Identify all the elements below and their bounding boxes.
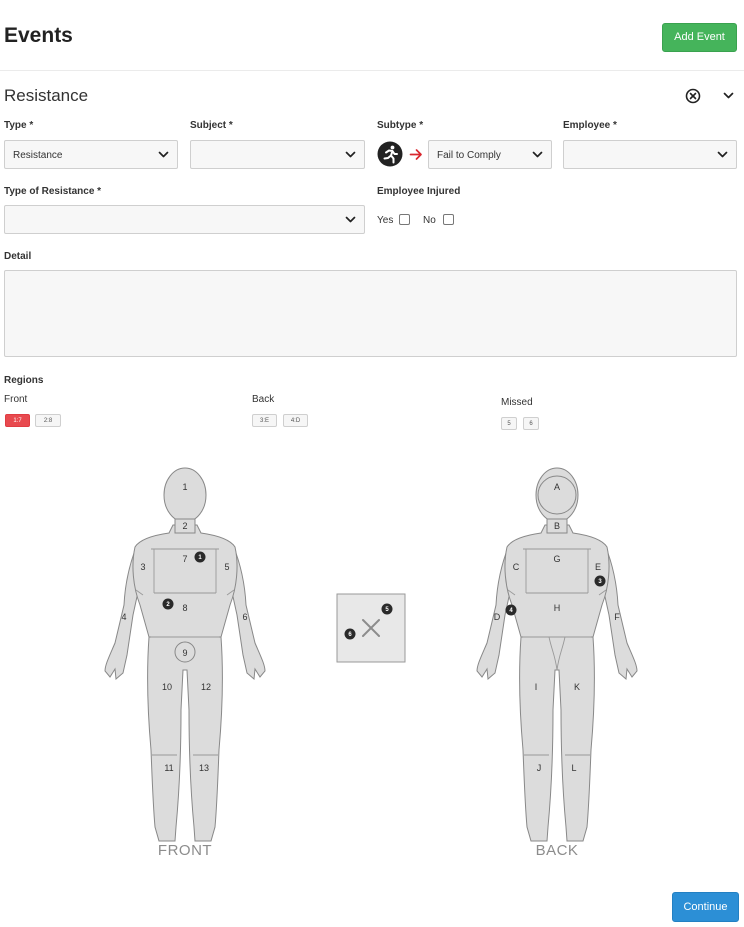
chevron-down-icon — [345, 216, 356, 223]
front-region-6[interactable]: 6 — [242, 612, 247, 622]
page-title: Events — [4, 24, 73, 47]
back-region-c[interactable]: C — [513, 562, 520, 572]
back-region-j[interactable]: J — [537, 763, 542, 773]
type-of-resistance-label: Type of Resistance * — [4, 186, 102, 197]
front-region-12[interactable]: 12 — [201, 682, 211, 692]
marker-4[interactable]: 4 — [505, 604, 517, 616]
chevron-down-icon — [345, 151, 356, 158]
detail-label: Detail — [4, 251, 32, 262]
marker-3[interactable]: 3 — [594, 575, 606, 587]
front-region-8[interactable]: 8 — [182, 603, 187, 613]
back-figure-label: BACK — [536, 842, 579, 859]
front-region-3[interactable]: 3 — [140, 562, 145, 572]
front-region-11[interactable]: 11 — [164, 763, 173, 773]
front-region-7[interactable]: 7 — [182, 554, 187, 564]
employee-injured-label: Employee Injured — [377, 186, 461, 197]
subtype-select[interactable]: Fail to Comply — [428, 140, 552, 169]
front-region-2[interactable]: 2 — [182, 521, 187, 531]
back-region-e[interactable]: E — [595, 562, 601, 572]
back-region-k[interactable]: K — [574, 682, 580, 692]
employee-label: Employee * — [563, 120, 617, 131]
missed-region-badge[interactable]: 5 — [501, 417, 517, 430]
back-region-h[interactable]: H — [554, 603, 561, 613]
front-region-badge[interactable]: 2:8 — [35, 414, 61, 427]
front-region-9[interactable]: 9 — [182, 648, 187, 658]
back-region-a[interactable]: A — [554, 482, 560, 492]
back-regions-label: Back — [252, 394, 275, 405]
employee-select[interactable] — [563, 140, 737, 169]
section-title: Resistance — [4, 86, 89, 105]
subject-select[interactable] — [190, 140, 365, 169]
back-region-b[interactable]: B — [554, 521, 560, 531]
subtype-label: Subtype * — [377, 120, 424, 131]
chevron-down-icon — [158, 151, 169, 158]
back-region-g[interactable]: G — [553, 554, 560, 564]
marker-5[interactable]: 5 — [381, 603, 393, 615]
arrow-right-icon — [409, 149, 422, 160]
employee-injured-yes-label: Yes — [377, 215, 394, 226]
type-select[interactable]: Resistance — [4, 140, 178, 169]
chevron-down-icon — [532, 151, 543, 158]
front-region-10[interactable]: 10 — [162, 682, 172, 692]
employee-injured-yes-checkbox[interactable] — [399, 214, 410, 225]
marker-2[interactable]: 2 — [162, 598, 174, 610]
back-region-badge[interactable]: 3:E — [252, 414, 277, 427]
back-region-d[interactable]: D — [494, 612, 501, 622]
back-region-i[interactable]: I — [535, 682, 538, 692]
subtype-select-value: Fail to Comply — [437, 150, 501, 161]
subject-label: Subject * — [190, 120, 233, 131]
close-circle-icon[interactable] — [685, 88, 701, 104]
front-regions-label: Front — [4, 394, 28, 405]
employee-injured-no-checkbox[interactable] — [443, 214, 454, 225]
missed-region-badge[interactable]: 6 — [523, 417, 539, 430]
back-region-l[interactable]: L — [571, 763, 576, 773]
type-of-resistance-select[interactable] — [4, 205, 365, 234]
collapse-chevron-icon[interactable] — [723, 91, 734, 100]
marker-1[interactable]: 1 — [194, 551, 206, 563]
front-region-badge[interactable]: 1:7 — [5, 414, 30, 427]
header-divider — [0, 70, 744, 71]
front-region-13[interactable]: 13 — [199, 763, 209, 773]
front-region-1[interactable]: 1 — [182, 482, 187, 492]
back-region-badge[interactable]: 4:D — [283, 414, 308, 427]
type-select-value: Resistance — [13, 150, 63, 161]
front-region-4[interactable]: 4 — [121, 612, 126, 622]
continue-button[interactable]: Continue — [672, 892, 739, 922]
regions-label: Regions — [4, 375, 44, 386]
missed-regions-label: Missed — [501, 397, 533, 408]
detail-textarea[interactable] — [4, 270, 737, 357]
running-person-icon — [377, 141, 403, 167]
front-region-5[interactable]: 5 — [224, 562, 229, 572]
front-figure-label: FRONT — [158, 842, 212, 859]
marker-6[interactable]: 6 — [344, 628, 356, 640]
employee-injured-no-label: No — [423, 215, 436, 226]
type-label: Type * — [4, 120, 34, 131]
body-diagram[interactable]: 1 2 3 4 5 6 7 8 9 10 11 12 13 A B C D E … — [0, 455, 744, 865]
chevron-down-icon — [717, 151, 728, 158]
back-region-f[interactable]: F — [614, 612, 620, 622]
add-event-button[interactable]: Add Event — [662, 23, 737, 52]
